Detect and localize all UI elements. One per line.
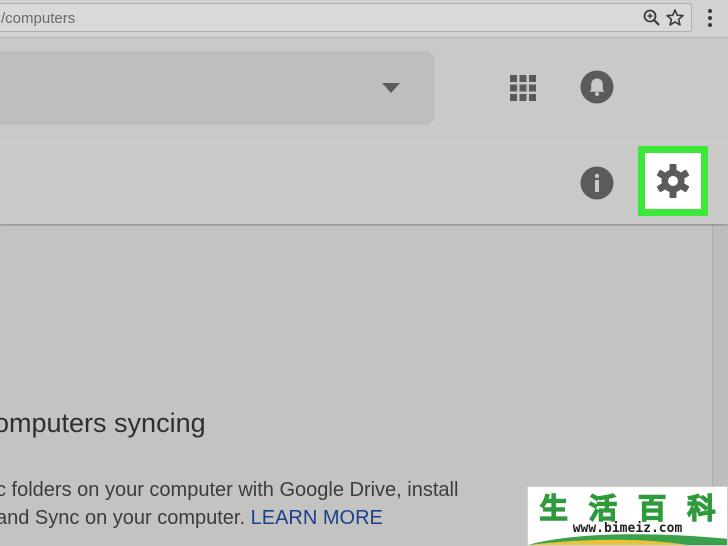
apps-grid-icon[interactable] bbox=[509, 74, 537, 102]
gear-icon[interactable] bbox=[655, 163, 691, 199]
settings-button[interactable] bbox=[645, 153, 701, 209]
learn-more-link[interactable]: LEARN MORE bbox=[251, 507, 383, 529]
star-icon[interactable] bbox=[665, 8, 685, 28]
drive-toolbar bbox=[0, 138, 728, 224]
search-box[interactable] bbox=[0, 51, 434, 125]
browser-toolbar: /computers bbox=[0, 0, 728, 38]
empty-state-line-2: and Sync on your computer. LEARN MORE bbox=[0, 507, 383, 530]
drive-header bbox=[0, 38, 728, 138]
empty-state-line-1: c folders on your computer with Google D… bbox=[0, 479, 459, 501]
url-text[interactable]: /computers bbox=[1, 10, 75, 27]
notifications-bell-icon[interactable] bbox=[580, 70, 614, 104]
watermark-logo: 生 活 百 科 www.bimeiz.com bbox=[527, 486, 728, 546]
empty-state-line-2-text: and Sync on your computer. bbox=[0, 507, 246, 529]
empty-state-title: omputers syncing bbox=[0, 408, 206, 438]
chevron-down-icon[interactable] bbox=[382, 83, 400, 93]
zoom-icon[interactable] bbox=[642, 8, 662, 28]
address-bar[interactable]: /computers bbox=[0, 3, 692, 32]
kebab-menu-icon[interactable] bbox=[701, 8, 719, 28]
watermark-swoosh bbox=[528, 534, 727, 545]
settings-highlight bbox=[638, 146, 708, 216]
info-icon[interactable] bbox=[580, 166, 614, 200]
